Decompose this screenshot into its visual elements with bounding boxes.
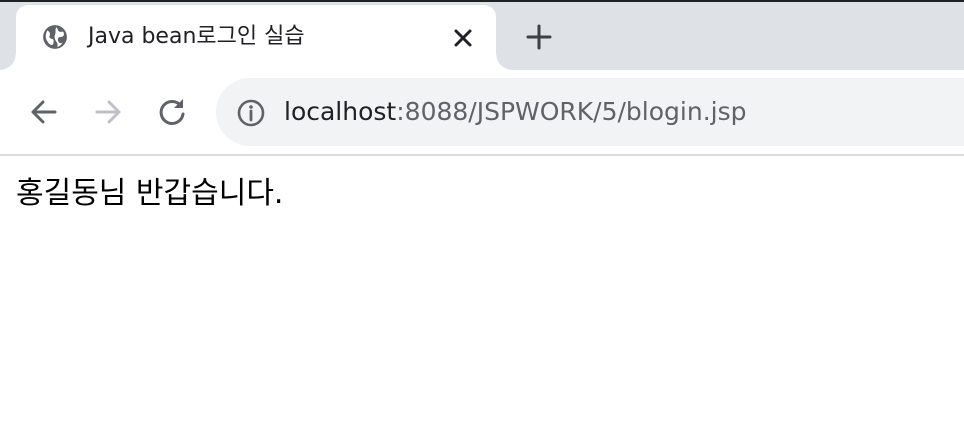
- address-bar[interactable]: localhost:8088/JSPWORK/5/blogin.jsp: [216, 78, 964, 146]
- welcome-message: 홍길동님 반갑습니다.: [16, 176, 284, 211]
- url-path: :8088/JSPWORK/5/blogin.jsp: [396, 97, 747, 126]
- info-icon[interactable]: [236, 98, 266, 128]
- url-text[interactable]: localhost:8088/JSPWORK/5/blogin.jsp: [284, 96, 747, 128]
- tab-title: Java bean로그인 실습: [88, 24, 305, 49]
- active-tab[interactable]: Java bean로그인 실습: [0, 5, 512, 70]
- browser-window: Java bean로그인 실습 localhost:8088/JSPWORK/5…: [0, 0, 964, 430]
- page-content: 홍길동님 반갑습니다.: [0, 156, 964, 430]
- globe-icon: [43, 25, 67, 49]
- tab-strip: Java bean로그인 실습: [0, 2, 964, 70]
- reload-icon[interactable]: [154, 94, 190, 130]
- plus-icon[interactable]: [524, 22, 554, 52]
- arrow-left-icon[interactable]: [26, 94, 62, 130]
- browser-toolbar: localhost:8088/JSPWORK/5/blogin.jsp: [0, 70, 964, 154]
- close-icon[interactable]: [452, 27, 474, 49]
- url-host: localhost: [284, 97, 397, 126]
- arrow-right-icon[interactable]: [90, 94, 126, 130]
